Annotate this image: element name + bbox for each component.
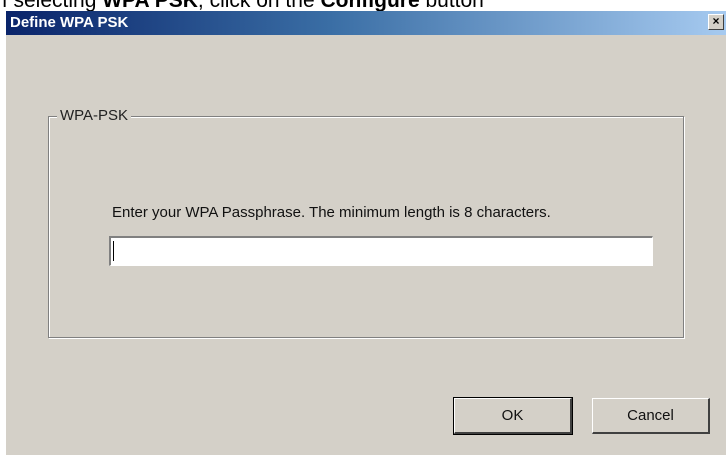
wpa-psk-groupbox: WPA-PSK Enter your WPA Passphrase. The m… xyxy=(48,108,684,338)
groupbox-legend: WPA-PSK xyxy=(57,108,132,124)
title-bar[interactable]: Define WPA PSK × xyxy=(6,11,726,35)
ok-button[interactable]: OK xyxy=(453,397,573,435)
text-caret xyxy=(113,241,114,261)
dialog-title: Define WPA PSK xyxy=(10,14,129,31)
cancel-button[interactable]: Cancel xyxy=(592,398,710,434)
passphrase-prompt: Enter your WPA Passphrase. The minimum l… xyxy=(112,204,551,221)
close-button[interactable]: × xyxy=(708,14,724,30)
close-icon: × xyxy=(712,14,720,28)
define-wpa-psk-dialog: Define WPA PSK × WPA-PSK Enter your WPA … xyxy=(6,11,726,455)
passphrase-input[interactable] xyxy=(109,236,653,266)
